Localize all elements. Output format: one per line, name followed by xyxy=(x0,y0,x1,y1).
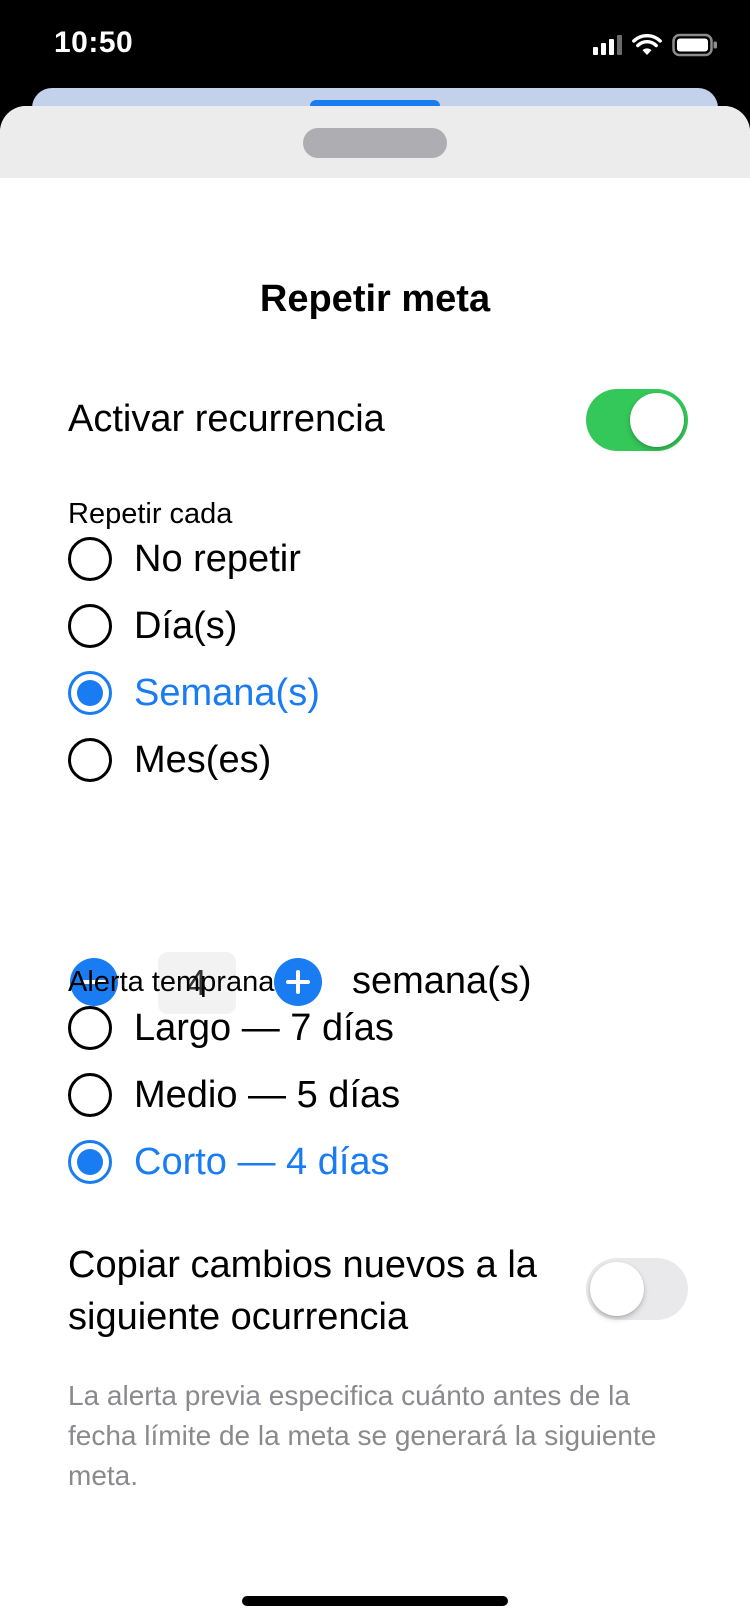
status-icons xyxy=(593,32,718,58)
radio-option-weeks[interactable]: Semana(s) xyxy=(68,668,320,718)
home-indicator[interactable] xyxy=(242,1596,508,1606)
radio-icon xyxy=(68,1006,112,1050)
plus-icon-vertical xyxy=(296,970,300,994)
radio-option-short[interactable]: Corto — 4 días xyxy=(68,1137,390,1187)
radio-icon xyxy=(68,604,112,648)
early-alert-section-label: Alerta temprana xyxy=(68,966,275,998)
radio-selected-icon xyxy=(68,671,112,715)
repeat-every-label: Repetir cada xyxy=(68,498,233,530)
radio-label: Mes(es) xyxy=(134,738,272,781)
radio-label: Semana(s) xyxy=(134,671,320,714)
radio-icon xyxy=(68,537,112,581)
interval-unit: semana(s) xyxy=(352,960,532,1002)
sheet-title: Repetir meta xyxy=(259,278,491,320)
toggle-knob xyxy=(630,393,684,447)
radio-label: No repetir xyxy=(134,537,301,580)
repeat-goal-sheet: Repetir meta Activar recurrencia Repetir… xyxy=(0,106,750,1624)
radio-label: Largo — 7 días xyxy=(134,1006,394,1049)
recurrence-toggle[interactable] xyxy=(586,389,688,451)
battery-icon xyxy=(672,33,717,57)
radio-option-no-repeat[interactable]: No repetir xyxy=(68,534,301,584)
footnote-text: La alerta previa especifica cuánto antes… xyxy=(68,1380,657,1491)
radio-icon xyxy=(68,1073,112,1117)
recurrence-label: Activar recurrencia xyxy=(68,398,385,440)
sheet-header xyxy=(0,106,750,178)
wifi-icon xyxy=(632,34,662,55)
radio-option-long[interactable]: Largo — 7 días xyxy=(68,1003,394,1053)
copy-changes-toggle[interactable] xyxy=(586,1258,688,1320)
radio-option-months[interactable]: Mes(es) xyxy=(68,735,271,785)
status-time: 10:50 xyxy=(54,26,134,59)
radio-label: Medio — 5 días xyxy=(134,1073,401,1116)
radio-selected-icon xyxy=(68,1140,112,1184)
sheet-grabber[interactable] xyxy=(303,128,447,158)
status-bar: 10:50 xyxy=(0,0,750,90)
radio-label: Corto — 4 días xyxy=(134,1140,390,1183)
toggle-knob xyxy=(590,1262,644,1316)
cellular-signal-icon xyxy=(593,35,622,55)
copy-changes-label: Copiar cambios nuevos a la siguiente ocu… xyxy=(68,1244,537,1338)
increment-button[interactable] xyxy=(274,958,322,1006)
radio-option-medium[interactable]: Medio — 5 días xyxy=(68,1070,400,1120)
radio-icon xyxy=(68,738,112,782)
radio-option-days[interactable]: Día(s) xyxy=(68,601,237,651)
radio-label: Día(s) xyxy=(134,604,238,647)
screen: 10:50 Repetir meta Activar recurrencia R… xyxy=(0,0,750,1624)
